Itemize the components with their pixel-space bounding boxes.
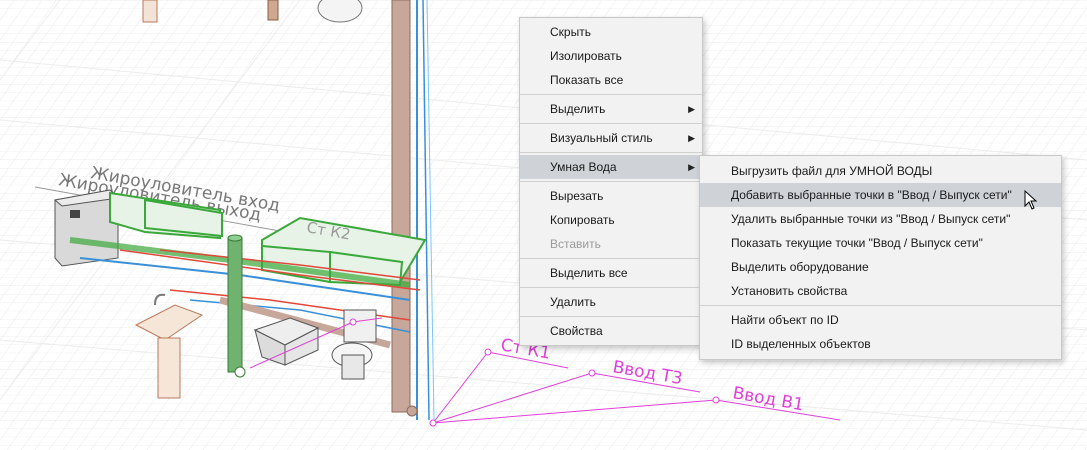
menu-item-label: Визуальный стиль (550, 131, 653, 145)
menu-item-cut[interactable]: Вырезать (520, 184, 702, 208)
context-menu: Скрыть Изолировать Показать все Выделить… (519, 17, 703, 346)
menu-item-label: Вставить (550, 237, 601, 251)
chevron-right-icon: ▶ (688, 104, 695, 114)
submenu-item-add-points[interactable]: Добавить выбранные точки в "Ввод / Выпус… (700, 183, 1061, 207)
menu-item-label: Умная Вода (550, 160, 617, 174)
menu-separator (700, 305, 1061, 306)
menu-separator (520, 152, 702, 153)
menu-item-label: Показать текущие точки "Ввод / Выпуск се… (731, 236, 983, 250)
menu-item-label: Выделить все (550, 266, 628, 280)
menu-item-label: Установить свойства (731, 284, 848, 298)
chevron-right-icon: ▶ (688, 133, 695, 143)
menu-separator (520, 94, 702, 95)
menu-item-label: Показать все (550, 73, 624, 87)
submenu-item-find-by-id[interactable]: Найти объект по ID (700, 308, 1061, 332)
menu-item-label: Выгрузить файл для УМНОЙ ВОДЫ (731, 164, 933, 178)
menu-item-label: Удалить (550, 295, 596, 309)
menu-item-copy[interactable]: Копировать (520, 208, 702, 232)
submenu-item-select-equipment[interactable]: Выделить оборудование (700, 255, 1061, 279)
menu-item-label: Скрыть (550, 25, 591, 39)
menu-item-label: ID выделенных объектов (731, 337, 871, 351)
menu-item-label: Вырезать (550, 189, 604, 203)
menu-item-show-all[interactable]: Показать все (520, 68, 702, 92)
menu-item-label: Выделить (550, 102, 606, 116)
submenu-item-show-points[interactable]: Показать текущие точки "Ввод / Выпуск се… (700, 231, 1061, 255)
menu-item-visual-style[interactable]: Визуальный стиль ▶ (520, 126, 702, 150)
menu-item-delete[interactable]: Удалить (520, 290, 702, 314)
menu-item-properties[interactable]: Свойства (520, 319, 702, 343)
menu-item-paste[interactable]: Вставить (520, 232, 702, 256)
menu-item-label: Свойства (550, 324, 603, 338)
menu-separator (520, 287, 702, 288)
grease-trap (53, 189, 120, 267)
menu-item-label: Выделить оборудование (731, 260, 869, 274)
menu-item-label: Добавить выбранные точки в "Ввод / Выпус… (731, 188, 1012, 202)
submenu-item-export-file[interactable]: Выгрузить файл для УМНОЙ ВОДЫ (700, 159, 1061, 183)
menu-item-smart-water[interactable]: Умная Вода ▶ (520, 155, 702, 179)
menu-separator (520, 258, 702, 259)
menu-separator (520, 123, 702, 124)
submenu-item-set-properties[interactable]: Установить свойства (700, 279, 1061, 303)
submenu-item-selected-ids[interactable]: ID выделенных объектов (700, 332, 1061, 356)
mouse-pointer-icon (1024, 190, 1038, 210)
menu-item-label: Удалить выбранные точки из "Ввод / Выпус… (731, 212, 1011, 226)
menu-item-label: Найти объект по ID (731, 313, 839, 327)
menu-separator (520, 316, 702, 317)
submenu-item-remove-points[interactable]: Удалить выбранные точки из "Ввод / Выпус… (700, 207, 1061, 231)
smart-water-submenu: Выгрузить файл для УМНОЙ ВОДЫ Добавить в… (699, 155, 1062, 360)
menu-item-label: Копировать (550, 213, 615, 227)
chevron-right-icon: ▶ (688, 162, 695, 172)
menu-item-label: Изолировать (550, 49, 622, 63)
menu-item-isolate[interactable]: Изолировать (520, 44, 702, 68)
menu-item-hide[interactable]: Скрыть (520, 20, 702, 44)
menu-item-select-all[interactable]: Выделить все (520, 261, 702, 285)
menu-item-select[interactable]: Выделить ▶ (520, 97, 702, 121)
menu-separator (520, 181, 702, 182)
